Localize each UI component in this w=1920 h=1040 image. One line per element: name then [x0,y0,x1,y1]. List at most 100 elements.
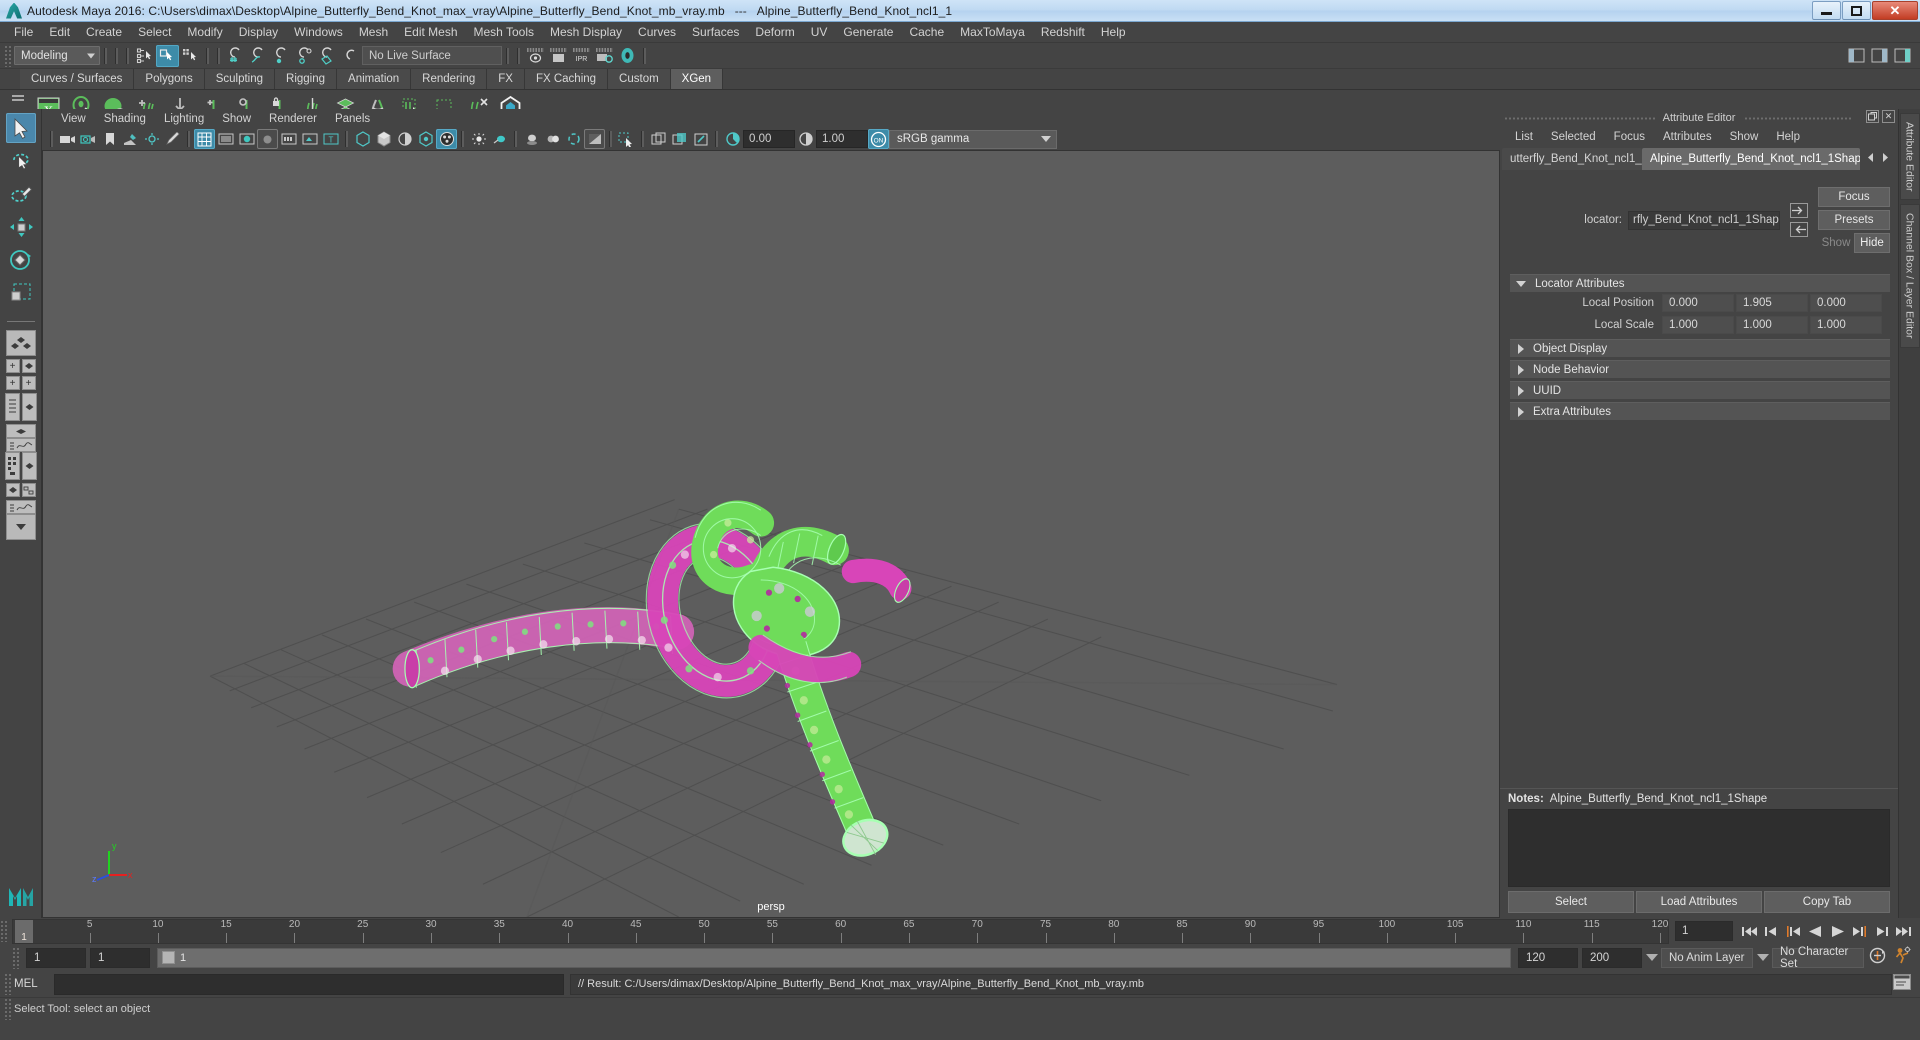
toolbar-separator[interactable] [502,45,513,67]
panel-menu-view[interactable]: View [52,112,95,126]
region-keep-icon[interactable] [690,129,711,149]
layout-twoview-stacked-icon[interactable]: + [5,376,20,390]
time-slider[interactable]: 1 5 10 15 20 25 30 35 40 45 50 55 60 65 70 75 80 85 90 95 1… [12,918,1669,944]
use-default-lighting-icon[interactable] [468,129,489,149]
grease-pencil-icon[interactable] [162,129,183,149]
toolbar-separator[interactable] [213,45,224,67]
section-uuid[interactable]: UUID [1510,381,1890,399]
step-back-key-icon[interactable] [1783,921,1804,942]
range-slider[interactable]: 1 [157,947,1511,968]
perspective-viewport[interactable]: y x z persp [42,150,1500,918]
layout-single-persp-icon[interactable] [5,330,36,356]
layout-relationship-editor-icon[interactable] [21,483,36,497]
shelf-tab-fx-caching[interactable]: FX Caching [524,69,609,89]
lasso-tool-icon[interactable] [6,146,36,176]
shadows-icon[interactable] [278,129,299,149]
local-position-y-field[interactable]: 1.905 [1736,294,1808,312]
panel-menu-shading[interactable]: Shading [95,112,155,126]
layout-twoview-side-icon[interactable]: + [21,376,36,390]
menu-item-cache[interactable]: Cache [901,23,952,41]
menu-item-maxtomaya[interactable]: MaxToMaya [952,23,1033,41]
select-tool-icon[interactable] [5,113,36,143]
panel-toolbar-separator[interactable] [605,128,616,150]
panel-toolbar-separator[interactable] [637,128,648,150]
viewport-effects-icon[interactable] [436,129,457,149]
ae-node-tab-shape[interactable]: Alpine_Butterfly_Bend_Knot_ncl1_1Shape [1642,148,1860,170]
section-extra-attributes[interactable]: Extra Attributes [1510,402,1890,420]
motion-blur-icon[interactable] [563,129,584,149]
image-plane-icon[interactable] [120,129,141,149]
menu-item-curves[interactable]: Curves [630,23,684,41]
gamma-correct-icon[interactable] [584,129,605,149]
texture-display-icon[interactable]: T [320,129,341,149]
show-button[interactable]: Show [1818,233,1854,253]
step-forward-frame-icon[interactable] [1871,921,1892,942]
shaded-cube-icon[interactable] [373,129,394,149]
shelf-tab-custom[interactable]: Custom [608,69,671,89]
menu-item-windows[interactable]: Windows [286,23,351,41]
current-frame-input[interactable]: 1 [1675,921,1733,941]
ambient-occlusion-icon[interactable] [542,129,563,149]
playback-end-time-field[interactable]: 120 [1518,947,1578,968]
layout-persp-small-icon[interactable] [5,483,20,497]
wireframe-shading-icon[interactable] [194,129,215,149]
menu-item-redshift[interactable]: Redshift [1033,23,1093,41]
menu-item-edit-mesh[interactable]: Edit Mesh [396,23,465,41]
play-forwards-icon[interactable] [1827,921,1848,942]
bookmark-icon[interactable] [99,129,120,149]
chevron-down-icon[interactable] [1646,954,1658,961]
animation-start-time-field[interactable]: 1 [26,947,86,968]
live-surface-field[interactable]: No Live Surface [362,46,502,65]
shadow-maps-icon[interactable] [521,129,542,149]
section-node-behavior[interactable]: Node Behavior [1510,360,1890,378]
local-scale-y-field[interactable]: 1.000 [1736,316,1808,334]
color-management-selector[interactable]: sRGB gamma [889,129,1057,149]
menu-set-selector[interactable]: Modeling [14,46,100,65]
hide-button[interactable]: Hide [1854,233,1890,253]
local-position-x-field[interactable]: 0.000 [1662,294,1734,312]
go-to-start-icon[interactable] [1739,921,1760,942]
menu-item-deform[interactable]: Deform [747,23,802,41]
menu-item-mesh-display[interactable]: Mesh Display [542,23,630,41]
menu-item-surfaces[interactable]: Surfaces [684,23,747,41]
color-management-toggle-icon[interactable]: ON [868,129,889,149]
select-hierarchy-icon[interactable] [133,45,156,67]
light-bulb-icon[interactable] [489,129,510,149]
panel-toolbar-separator[interactable] [510,128,521,150]
panel-toolbar-separator[interactable] [711,128,722,150]
tab-next-arrow-icon[interactable] [1881,150,1890,168]
command-line-grip[interactable] [4,973,11,995]
smooth-shade-all-icon[interactable] [215,129,236,149]
script-editor-icon[interactable] [1892,973,1912,996]
exposure-field[interactable]: 0.00 [743,130,795,148]
sidebar-toggle-modeling-icon[interactable] [1845,45,1868,67]
step-back-frame-icon[interactable] [1761,921,1782,942]
local-position-z-field[interactable]: 0.000 [1810,294,1882,312]
input-connection-icon[interactable] [1790,203,1808,218]
menu-item-help[interactable]: Help [1093,23,1134,41]
toolbar-separator[interactable] [100,45,111,67]
focus-button[interactable]: Focus [1818,187,1890,207]
layout-more-dropdown[interactable] [5,514,36,540]
redo-render-icon[interactable] [547,45,570,67]
output-connection-icon[interactable] [1790,222,1808,237]
hypershade-icon[interactable] [616,45,639,67]
layout-persp-pane-icon[interactable] [21,452,37,480]
sidebar-toggle-channelbox-icon[interactable] [1891,45,1914,67]
shelf-menu-icon[interactable] [11,90,25,108]
screen-space-ao-icon[interactable] [299,129,320,149]
snap-to-grid-icon[interactable] [224,45,247,67]
local-scale-z-field[interactable]: 1.000 [1810,316,1882,334]
render-settings-icon[interactable] [593,45,616,67]
snap-to-projected-center-icon[interactable] [293,45,316,67]
current-time-marker[interactable]: 1 [15,919,33,943]
menu-item-mesh-tools[interactable]: Mesh Tools [466,23,542,41]
auto-keyframe-toggle-icon[interactable] [1868,946,1887,970]
ae-node-tab-transform[interactable]: utterfly_Bend_Knot_ncl1_1 [1502,148,1642,170]
menu-item-create[interactable]: Create [78,23,130,41]
ae-menu-attributes[interactable]: Attributes [1654,129,1721,145]
undock-panel-icon[interactable] [1866,110,1879,123]
panel-toolbar-grip[interactable] [46,128,57,150]
step-forward-key-icon[interactable] [1849,921,1870,942]
snap-to-view-plane-icon[interactable] [316,45,339,67]
